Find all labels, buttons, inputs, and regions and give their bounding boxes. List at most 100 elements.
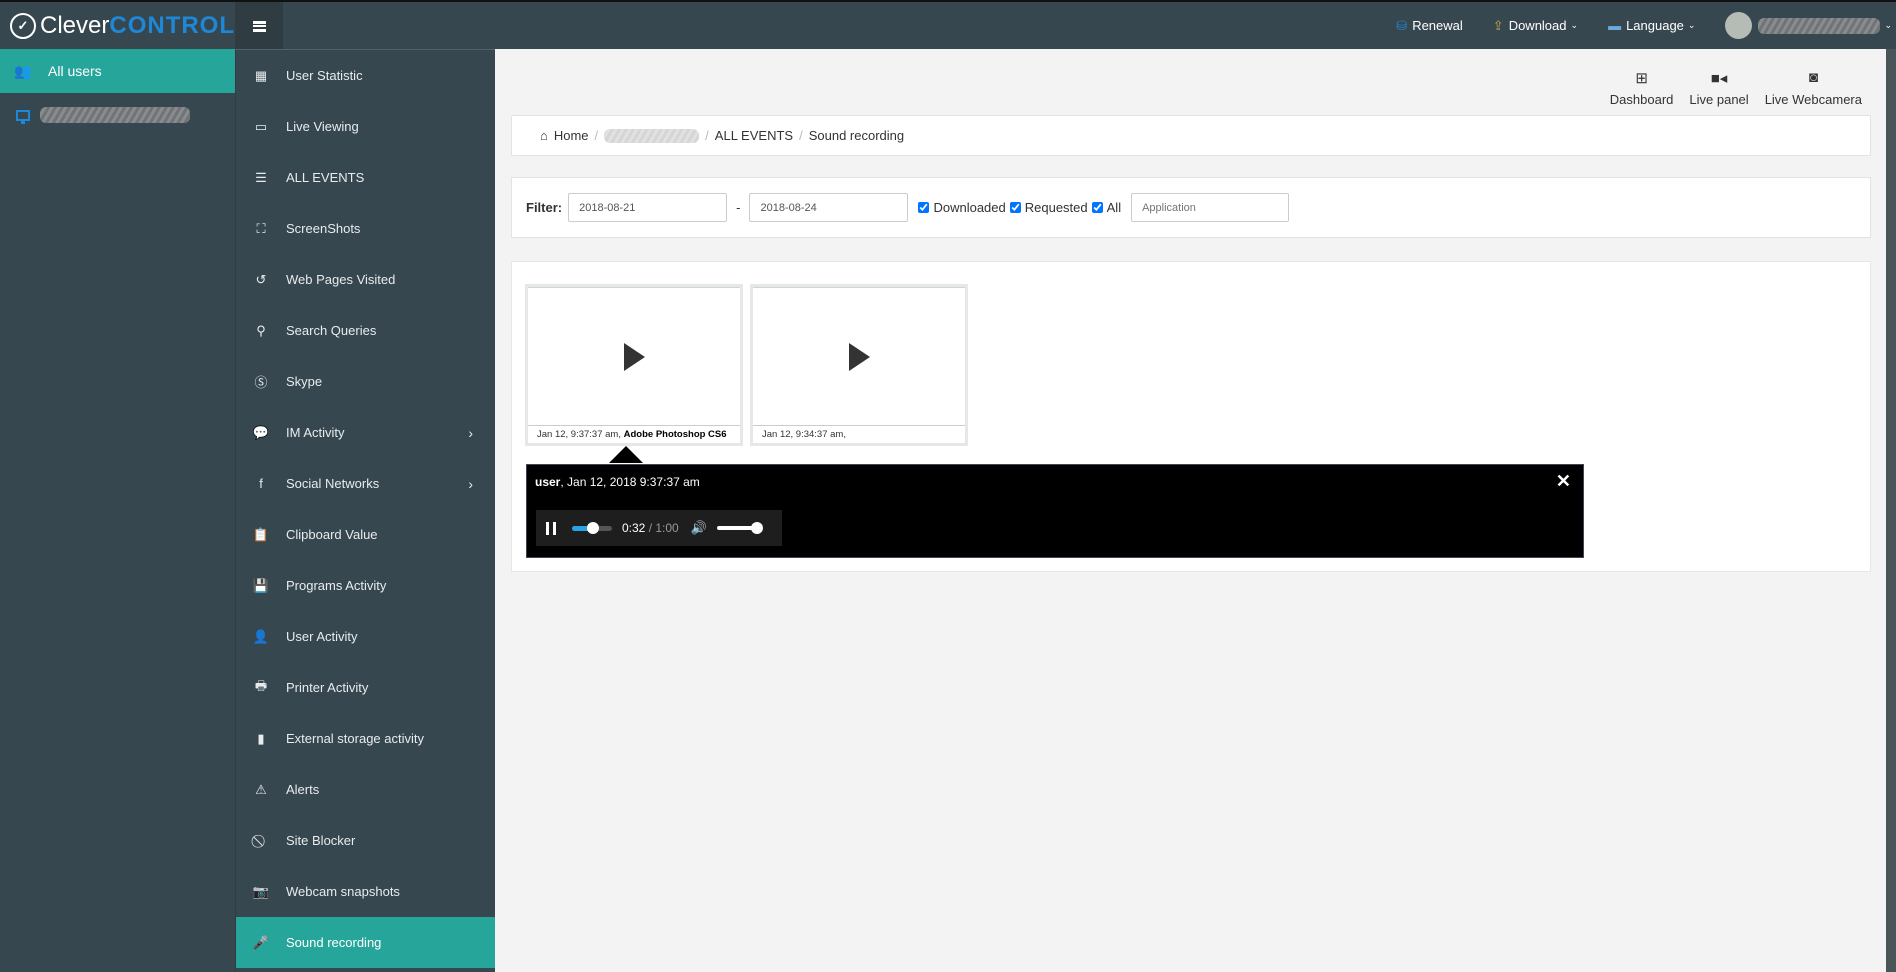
downloaded-checkbox[interactable]: Downloaded [918, 200, 1006, 215]
breadcrumb-home[interactable]: Home [554, 128, 589, 143]
menu-item-label: User Statistic [286, 68, 363, 83]
pause-button[interactable] [546, 521, 556, 535]
renewal-label: Renewal [1412, 18, 1463, 33]
users-sidebar: 👥 All users [0, 49, 235, 972]
chevron-down-icon: ⌄ [1570, 20, 1579, 30]
breadcrumb-all-events[interactable]: ALL EVENTS [715, 128, 793, 143]
dashboard-link[interactable]: ⊞ Dashboard [1610, 69, 1674, 107]
downloaded-label: Downloaded [933, 200, 1006, 215]
redacted-computer-name [40, 107, 190, 123]
menu-item-clipboard-value[interactable]: 📋 Clipboard Value [236, 509, 495, 560]
menu-item-icon: 📷 [252, 883, 270, 899]
requested-checkbox-input[interactable] [1009, 202, 1021, 213]
all-checkbox[interactable]: All [1091, 200, 1121, 215]
computer-icon [16, 109, 30, 124]
menu-item-icon: 👤 [252, 628, 270, 644]
breadcrumb-separator: / [705, 128, 709, 143]
recording-card[interactable]: Jan 12, 9:37:37 am, Adobe Photoshop CS6 [525, 284, 743, 446]
menu-item-label: Clipboard Value [286, 527, 378, 542]
menu-item-external-storage-activity[interactable]: ▮ External storage activity [236, 713, 495, 764]
date-range-dash: - [736, 200, 741, 215]
menu-item-search-queries[interactable]: ⚲ Search Queries [236, 305, 495, 356]
page-scrollbar[interactable] [1886, 49, 1896, 972]
filter-label: Filter: [526, 200, 563, 215]
language-dropdown[interactable]: ▬ Language ⌄ [1608, 18, 1695, 33]
menu-item-icon: 💬 [252, 424, 270, 440]
live-panel-link[interactable]: ■◂ Live panel [1689, 69, 1748, 107]
menu-item-label: Printer Activity [286, 680, 369, 695]
volume-icon[interactable]: 🔊 [691, 520, 707, 536]
menu-item-programs-activity[interactable]: 💾 Programs Activity [236, 560, 495, 611]
renewal-link[interactable]: ⛁ Renewal [1396, 18, 1463, 34]
user-list-item[interactable] [0, 93, 235, 137]
clevercontrol-logo[interactable]: ✓ Clever CONTROL [10, 12, 235, 40]
menu-item-social-networks[interactable]: f Social Networks › [236, 458, 495, 509]
live-panel-label: Live panel [1689, 92, 1749, 107]
recording-thumbnail[interactable] [528, 287, 740, 426]
downloaded-checkbox-input[interactable] [918, 202, 930, 213]
live-webcamera-link[interactable]: ◙ Live Webcamera [1765, 69, 1862, 107]
users-group-icon: 👥 [14, 62, 32, 79]
menu-item-alerts[interactable]: ⚠ Alerts [236, 764, 495, 815]
menu-item-site-blocker[interactable]: ⃠ Site Blocker [236, 815, 495, 866]
chevron-right-icon: › [468, 475, 473, 492]
grid-icon: ⊞ [1635, 70, 1648, 87]
all-checkbox-input[interactable] [1091, 202, 1103, 213]
date-from-input[interactable] [568, 193, 728, 222]
date-to-input[interactable] [749, 193, 909, 222]
menu-item-webcam-snapshots[interactable]: 📷 Webcam snapshots [236, 866, 495, 917]
menu-item-icon: ⚲ [256, 322, 266, 338]
menu-item-user-activity[interactable]: 👤 User Activity [236, 611, 495, 662]
download-label: Download [1508, 18, 1567, 33]
menu-item-user-statistic[interactable]: ▦ User Statistic [236, 50, 495, 101]
menu-item-all-events[interactable]: ☰ ALL EVENTS [236, 152, 495, 203]
menu-item-skype[interactable]: Ⓢ Skype [236, 356, 495, 407]
seek-handle[interactable] [587, 521, 600, 534]
menu-item-im-activity[interactable]: 💬 IM Activity › [236, 407, 495, 458]
application-input[interactable] [1131, 193, 1290, 222]
recording-card[interactable]: Jan 12, 9:34:37 am, [750, 284, 968, 446]
menu-item-live-viewing[interactable]: ▭ Live Viewing [236, 101, 495, 152]
play-icon [623, 342, 645, 371]
play-icon [848, 342, 870, 371]
avatar [1725, 12, 1753, 39]
user-account-dropdown[interactable]: ⌄ [1725, 12, 1892, 39]
close-icon[interactable]: ✕ [1556, 471, 1571, 492]
breadcrumb-separator: / [594, 128, 599, 143]
camera-icon: ◙ [1808, 69, 1818, 86]
player-pointer-arrow [609, 446, 643, 463]
requested-checkbox[interactable]: Requested [1009, 200, 1088, 215]
upload-tray-icon: ⇪ [1492, 17, 1504, 33]
recording-thumbnail[interactable] [753, 287, 965, 426]
volume-handle[interactable] [750, 522, 763, 534]
language-label: Language [1626, 18, 1684, 33]
player-datetime: , Jan 12, 2018 9:37:37 am [560, 475, 700, 489]
download-dropdown[interactable]: ⇪ Download ⌄ [1493, 18, 1578, 34]
logo-text-clever: Clever [40, 12, 110, 39]
time-display: 0:32 / 1:00 [622, 521, 679, 535]
audio-player-popup: user, Jan 12, 2018 9:37:37 am ✕ 0:32 / 1… [526, 464, 1584, 558]
menu-item-label: Live Viewing [286, 119, 359, 134]
menu-item-web-pages-visited[interactable]: ↺ Web Pages Visited [236, 254, 495, 305]
chevron-down-icon: ⌄ [1884, 20, 1892, 30]
audio-controls: 0:32 / 1:00 🔊 [536, 510, 782, 546]
breadcrumb-current: Sound recording [808, 128, 905, 143]
top-nav: ⛁ Renewal ⇪ Download ⌄ ▬ Language ⌄ ⌄ [1396, 2, 1896, 49]
seek-slider[interactable] [572, 521, 612, 534]
recording-time: Jan 12, 9:34:37 am, [762, 429, 846, 440]
volume-slider[interactable] [716, 522, 763, 534]
menu-item-icon: ⃠ [252, 833, 270, 849]
time-separator: / [645, 521, 656, 535]
menu-item-label: Social Networks [286, 476, 380, 491]
menu-item-icon: ⛶ [256, 220, 266, 236]
menu-item-icon: ☰ [255, 169, 267, 185]
current-time: 0:32 [622, 521, 646, 535]
menu-item-label: Search Queries [286, 323, 377, 338]
menu-toggle-button[interactable] [235, 2, 283, 50]
menu-item-sound-recording[interactable]: 🎤 Sound recording [236, 917, 495, 968]
all-users-item[interactable]: 👥 All users [0, 49, 235, 93]
breadcrumb-redacted-user[interactable] [604, 128, 700, 143]
menu-item-printer-activity[interactable]: 🖶 Printer Activity [236, 662, 495, 713]
menu-item-screenshots[interactable]: ⛶ ScreenShots [236, 203, 495, 254]
menu-item-label: IM Activity [286, 425, 345, 440]
